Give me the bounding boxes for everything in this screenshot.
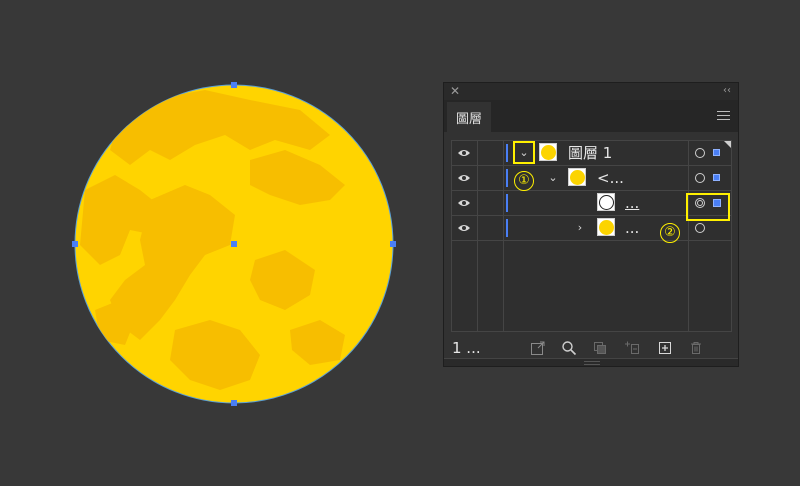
layers-list: ⌄ 圖層 1 ⌄ <... ... › ... ① ② — [451, 140, 732, 332]
layer-color-bar — [506, 144, 508, 162]
eye-icon[interactable] — [457, 148, 471, 158]
target-icon[interactable] — [695, 173, 705, 183]
target-icon[interactable] — [695, 223, 705, 233]
highlight-box-disclosure — [513, 141, 535, 164]
eye-icon[interactable] — [457, 223, 471, 233]
layer-row-1[interactable]: ⌄ 圖層 1 — [452, 141, 731, 166]
tab-layers[interactable]: 圖層 — [447, 102, 491, 132]
layer-color-bar — [506, 194, 508, 212]
layer-color-bar — [506, 219, 508, 237]
chevron-right-icon[interactable]: › — [574, 222, 586, 234]
layer-color-bar — [506, 169, 508, 187]
search-icon[interactable] — [561, 340, 577, 356]
layer-name[interactable]: 圖層 1 — [568, 143, 612, 163]
selection-indicator[interactable] — [713, 149, 720, 156]
group-name[interactable]: <... — [597, 168, 624, 188]
callout-2: ② — [660, 223, 680, 243]
layer-row-2[interactable]: ⌄ <... — [452, 166, 731, 191]
panel-resize-grip[interactable] — [444, 358, 738, 366]
panel-tabstrip: 圖層 — [444, 100, 738, 132]
target-icon[interactable] — [695, 148, 705, 158]
path-thumbnail — [597, 193, 615, 211]
layer-thumbnail — [539, 143, 557, 161]
group-name[interactable]: ... — [625, 218, 639, 238]
panel-footer: 1 ... — [444, 337, 738, 359]
group-thumbnail — [568, 168, 586, 186]
panel-titlebar[interactable]: ✕ ‹‹ — [444, 83, 738, 100]
selection-indicator[interactable] — [713, 174, 720, 181]
collapse-icon[interactable]: ‹‹ — [723, 84, 731, 98]
chevron-down-icon[interactable]: ⌄ — [547, 172, 559, 184]
new-layer-icon[interactable] — [657, 340, 673, 356]
path-name[interactable]: ... — [625, 193, 639, 213]
eye-icon[interactable] — [457, 173, 471, 183]
close-icon[interactable]: ✕ — [450, 84, 460, 98]
current-layer-corner — [724, 141, 731, 148]
layers-panel: ✕ ‹‹ 圖層 ⌄ 圖層 1 ⌄ <... ... › ... ① ② 1 ..… — [443, 82, 739, 367]
callout-1: ① — [514, 171, 534, 191]
group-thumbnail — [597, 218, 615, 236]
new-sublayer-icon[interactable] — [624, 340, 640, 356]
export-icon[interactable] — [530, 340, 546, 356]
trash-icon[interactable] — [688, 340, 704, 356]
highlight-box-target — [686, 193, 730, 221]
eye-icon[interactable] — [457, 198, 471, 208]
panel-menu-icon[interactable] — [717, 111, 730, 121]
clipping-mask-icon[interactable] — [592, 340, 608, 356]
layer-count: 1 ... — [452, 339, 481, 357]
